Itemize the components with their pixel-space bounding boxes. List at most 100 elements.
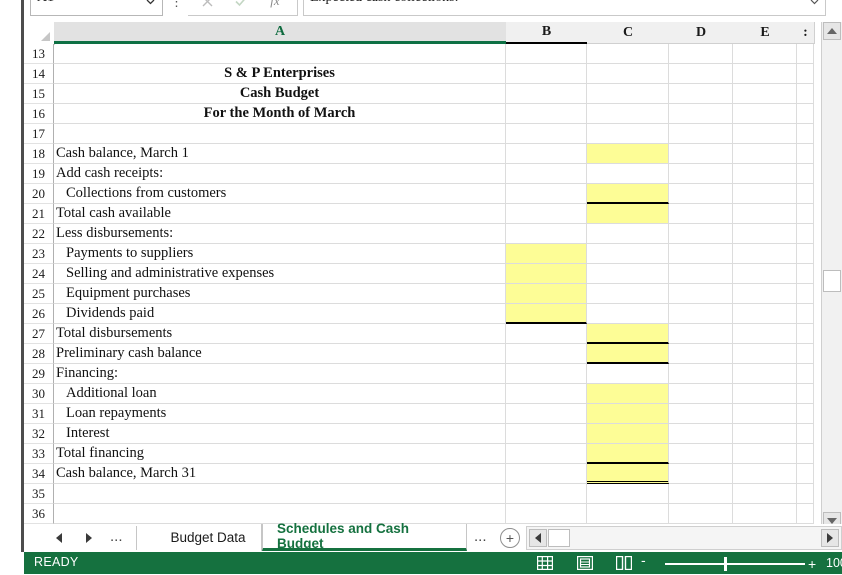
zoom-level-label[interactable]: 100% [826, 556, 842, 570]
cell-A22[interactable]: Less disbursements: [54, 224, 506, 244]
cell-A35[interactable] [54, 484, 506, 504]
cell-:17[interactable] [797, 124, 814, 144]
row-header-33[interactable]: 33 [24, 444, 54, 464]
cell-B32[interactable] [506, 424, 587, 444]
cell-C31[interactable] [587, 404, 669, 424]
cell-E16[interactable] [733, 104, 797, 124]
cell-E27[interactable] [733, 324, 797, 344]
cell-A23[interactable]: Payments to suppliers [54, 244, 506, 264]
cell-B25[interactable] [506, 284, 587, 304]
cell-B17[interactable] [506, 124, 587, 144]
cell-E14[interactable] [733, 64, 797, 84]
cell-E34[interactable] [733, 464, 797, 484]
normal-view-icon[interactable] [536, 555, 554, 571]
row-header-35[interactable]: 35 [24, 484, 54, 504]
cell-B23[interactable] [506, 244, 587, 264]
cell-:25[interactable] [797, 284, 814, 304]
cell-C19[interactable] [587, 164, 669, 184]
cell-A29[interactable]: Financing: [54, 364, 506, 384]
row-header-13[interactable]: 13 [24, 44, 54, 64]
page-layout-view-icon[interactable] [576, 555, 594, 571]
cell-B15[interactable] [506, 84, 587, 104]
cell-B31[interactable] [506, 404, 587, 424]
column-header-e[interactable]: E [733, 22, 798, 44]
cell-A32[interactable]: Interest [54, 424, 506, 444]
cell-B24[interactable] [506, 264, 587, 284]
cell-:14[interactable] [797, 64, 814, 84]
cell-A28[interactable]: Preliminary cash balance [54, 344, 506, 364]
row-header-24[interactable]: 24 [24, 264, 54, 284]
cell-:21[interactable] [797, 204, 814, 224]
column-header-d[interactable]: D [669, 22, 734, 44]
cell-:36[interactable] [797, 504, 814, 524]
cell-C30[interactable] [587, 384, 669, 404]
row-header-23[interactable]: 23 [24, 244, 54, 264]
cell-:15[interactable] [797, 84, 814, 104]
cell-B28[interactable] [506, 344, 587, 364]
row-header-32[interactable]: 32 [24, 424, 54, 444]
cell-:20[interactable] [797, 184, 814, 204]
row-header-26[interactable]: 26 [24, 304, 54, 324]
cell-A20[interactable]: Collections from customers [54, 184, 506, 204]
cell-C21[interactable] [587, 204, 669, 224]
cell-:34[interactable] [797, 464, 814, 484]
cell-D19[interactable] [669, 164, 733, 184]
cell-D25[interactable] [669, 284, 733, 304]
cell-C28[interactable] [587, 344, 669, 364]
cell-C34[interactable] [587, 464, 669, 484]
cell-A15[interactable]: Cash Budget [54, 84, 506, 104]
cell-E29[interactable] [733, 364, 797, 384]
row-header-22[interactable]: 22 [24, 224, 54, 244]
cell-D14[interactable] [669, 64, 733, 84]
hscroll-right-icon[interactable] [821, 529, 839, 547]
row-header-18[interactable]: 18 [24, 144, 54, 164]
cell-D18[interactable] [669, 144, 733, 164]
cell-C13[interactable] [587, 44, 669, 64]
cell-C25[interactable] [587, 284, 669, 304]
cell-B14[interactable] [506, 64, 587, 84]
zoom-slider-track[interactable] [665, 563, 805, 565]
cell-D13[interactable] [669, 44, 733, 64]
cell-C24[interactable] [587, 264, 669, 284]
cell-:28[interactable] [797, 344, 814, 364]
column-header-a[interactable]: A [54, 22, 507, 44]
cell-:22[interactable] [797, 224, 814, 244]
cell-D15[interactable] [669, 84, 733, 104]
cell-D35[interactable] [669, 484, 733, 504]
cell-:13[interactable] [797, 44, 814, 64]
cell-B18[interactable] [506, 144, 587, 164]
cell-E18[interactable] [733, 144, 797, 164]
cell-D32[interactable] [669, 424, 733, 444]
cell-B19[interactable] [506, 164, 587, 184]
cell-B30[interactable] [506, 384, 587, 404]
cell-A17[interactable] [54, 124, 506, 144]
row-header-21[interactable]: 21 [24, 204, 54, 224]
cell-C20[interactable] [587, 184, 669, 204]
cell-A16[interactable]: For the Month of March [54, 104, 506, 124]
cell-B36[interactable] [506, 504, 587, 524]
cell-E36[interactable] [733, 504, 797, 524]
row-header-36[interactable]: 36 [24, 504, 54, 524]
scroll-up-icon[interactable] [823, 22, 841, 40]
cell-:27[interactable] [797, 324, 814, 344]
cell-A18[interactable]: Cash balance, March 1 [54, 144, 506, 164]
cell-C17[interactable] [587, 124, 669, 144]
cell-C29[interactable] [587, 364, 669, 384]
cell-B34[interactable] [506, 464, 587, 484]
cell-:35[interactable] [797, 484, 814, 504]
cell-E33[interactable] [733, 444, 797, 464]
hscroll-left-icon[interactable] [529, 529, 547, 547]
cell-B33[interactable] [506, 444, 587, 464]
cell-C27[interactable] [587, 324, 669, 344]
cell-A26[interactable]: Dividends paid [54, 304, 506, 324]
zoom-slider-thumb[interactable] [724, 557, 727, 571]
cell-E22[interactable] [733, 224, 797, 244]
row-header-28[interactable]: 28 [24, 344, 54, 364]
cell-B20[interactable] [506, 184, 587, 204]
horizontal-scrollbar[interactable] [526, 526, 842, 550]
row-header-34[interactable]: 34 [24, 464, 54, 484]
row-header-14[interactable]: 14 [24, 64, 54, 84]
cell-B21[interactable] [506, 204, 587, 224]
zoom-in-button[interactable]: + [808, 556, 816, 572]
fx-icon[interactable]: fx [258, 0, 292, 14]
